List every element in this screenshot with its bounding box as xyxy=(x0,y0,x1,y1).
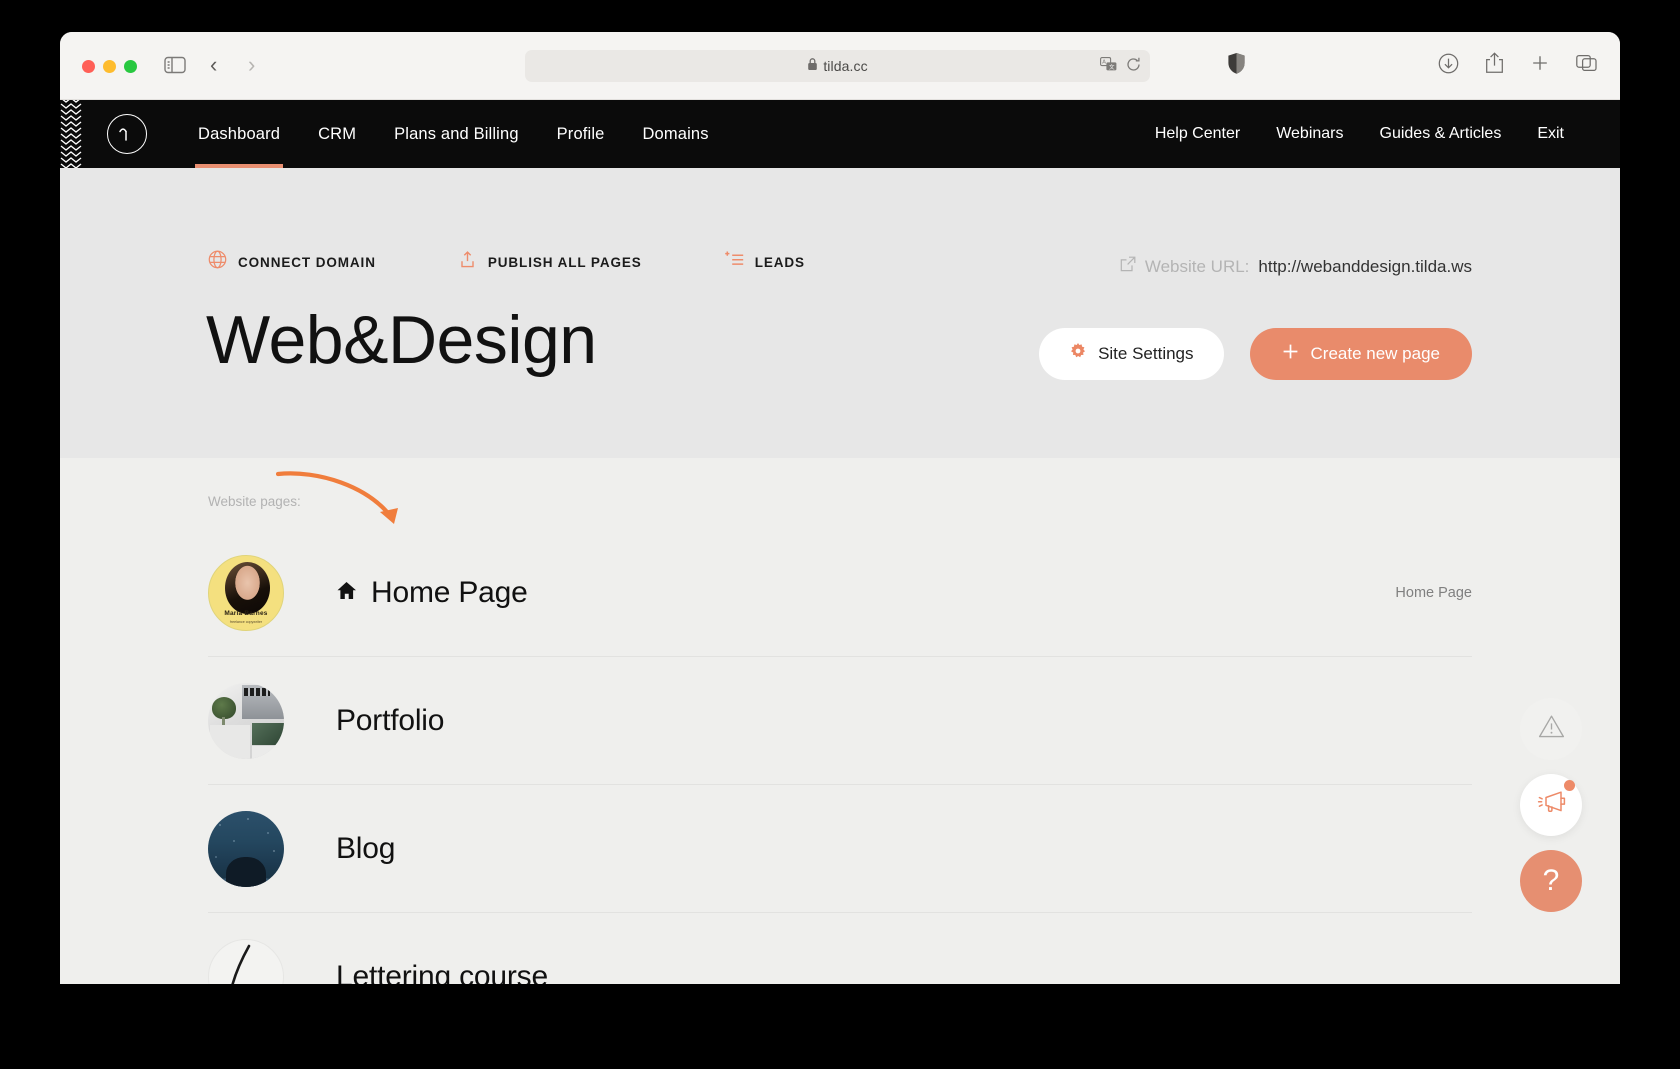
privacy-shield-icon[interactable] xyxy=(1227,52,1246,80)
thumbnail-name: Maria Barnes xyxy=(224,609,268,617)
website-url-label: Website URL: xyxy=(1144,256,1250,276)
help-button[interactable]: ? xyxy=(1520,850,1582,912)
external-link-icon xyxy=(1120,256,1136,277)
website-pages-list: Maria Barnes freelance copywriter Home P… xyxy=(208,471,1472,984)
browser-toolbar: ‹ › tilda.cc A 文 xyxy=(60,32,1620,100)
nav-secondary-items: Help Center Webinars Guides & Articles E… xyxy=(1137,125,1582,143)
minimize-window-button[interactable] xyxy=(103,60,116,73)
forward-button[interactable]: › xyxy=(248,54,255,76)
website-pages-section: Website pages: Maria Barnes freelance co… xyxy=(60,458,1620,984)
sidebar-toggle-icon[interactable] xyxy=(164,55,186,80)
page-thumbnail xyxy=(208,682,284,759)
address-bar-text: tilda.cc xyxy=(823,58,868,74)
site-settings-button[interactable]: Site Settings xyxy=(1039,328,1224,380)
question-mark-icon: ? xyxy=(1542,864,1560,897)
svg-text:文: 文 xyxy=(1109,63,1115,71)
hero-button-group: Site Settings Create new page xyxy=(1039,328,1472,380)
globe-icon xyxy=(208,250,227,274)
page-title-text: Blog xyxy=(336,831,396,865)
warning-triangle-icon xyxy=(1538,714,1565,744)
upload-icon xyxy=(458,250,477,274)
address-bar[interactable]: tilda.cc A 文 xyxy=(525,50,1150,82)
page-title-wrap: Home Page xyxy=(336,576,528,610)
create-new-page-button[interactable]: Create new page xyxy=(1249,328,1472,380)
nav-item-dashboard[interactable]: Dashboard xyxy=(179,100,299,168)
page-thumbnail: Maria Barnes freelance copywriter xyxy=(208,554,284,631)
zigzag-pattern xyxy=(60,100,82,168)
plus-icon[interactable] xyxy=(1530,53,1550,78)
gear-icon xyxy=(1069,342,1087,366)
table-row[interactable]: Blog xyxy=(208,785,1472,913)
nav-item-crm[interactable]: CRM xyxy=(299,100,375,168)
window-controls xyxy=(82,60,137,73)
page-thumbnail xyxy=(208,938,284,984)
add-to-list-icon xyxy=(724,251,744,274)
page-title-wrap: Lettering course xyxy=(336,960,548,985)
nav-item-exit[interactable]: Exit xyxy=(1519,125,1582,143)
notification-badge xyxy=(1564,780,1575,791)
table-row[interactable]: Portfolio xyxy=(208,657,1472,785)
leads-action[interactable]: LEADS xyxy=(724,251,805,274)
table-row[interactable]: Lettering course xyxy=(208,913,1472,984)
home-icon xyxy=(336,580,357,606)
plus-icon xyxy=(1282,343,1299,365)
tilda-logo[interactable] xyxy=(107,114,147,154)
main-navigation: Dashboard CRM Plans and Billing Profile … xyxy=(60,100,1620,168)
translate-icon[interactable]: A 文 xyxy=(1100,57,1117,77)
website-pages-label: Website pages: xyxy=(208,494,301,509)
page-title-text: Portfolio xyxy=(336,703,445,737)
page-title-wrap: Portfolio xyxy=(336,704,444,738)
nav-item-profile[interactable]: Profile xyxy=(538,100,624,168)
page-thumbnail xyxy=(208,810,284,887)
publish-all-pages-label: PUBLISH ALL PAGES xyxy=(487,254,642,270)
floating-action-buttons: ? xyxy=(1520,698,1582,912)
leads-label: LEADS xyxy=(754,254,805,270)
page-title: Web&Design xyxy=(206,302,597,378)
reload-icon[interactable] xyxy=(1126,57,1141,77)
website-url[interactable]: Website URL: http://webanddesign.tilda.w… xyxy=(1120,256,1472,277)
create-new-page-label: Create new page xyxy=(1310,344,1440,363)
nav-item-domains[interactable]: Domains xyxy=(623,100,727,168)
close-window-button[interactable] xyxy=(82,60,95,73)
maximize-window-button[interactable] xyxy=(124,60,137,73)
browser-window: ‹ › tilda.cc A 文 Dashboard CRM Plans and… xyxy=(60,32,1620,984)
lock-icon xyxy=(807,57,818,76)
table-row[interactable]: Maria Barnes freelance copywriter Home P… xyxy=(208,529,1472,657)
page-title-text: Home Page xyxy=(371,575,528,609)
publish-all-pages-action[interactable]: PUBLISH ALL PAGES xyxy=(458,250,642,274)
nav-item-guides-articles[interactable]: Guides & Articles xyxy=(1362,125,1520,143)
site-settings-label: Site Settings xyxy=(1098,344,1194,363)
site-hero-panel: CONNECT DOMAIN PUBLISH ALL PAGES LEADS W… xyxy=(60,168,1620,458)
announcements-button[interactable] xyxy=(1520,774,1582,836)
avatar xyxy=(225,561,270,614)
back-button[interactable]: ‹ xyxy=(210,54,217,76)
nav-item-help-center[interactable]: Help Center xyxy=(1137,125,1258,143)
share-icon[interactable] xyxy=(1485,52,1504,79)
page-title-wrap: Blog xyxy=(336,832,395,866)
download-icon[interactable] xyxy=(1438,53,1459,79)
address-bar-actions: A 文 xyxy=(1100,57,1141,77)
connect-domain-action[interactable]: CONNECT DOMAIN xyxy=(208,250,376,274)
nav-item-webinars[interactable]: Webinars xyxy=(1258,125,1361,143)
warning-button[interactable] xyxy=(1520,698,1582,760)
page-title-text: Lettering course xyxy=(336,959,548,985)
svg-text:A: A xyxy=(1102,60,1106,66)
megaphone-icon xyxy=(1536,789,1566,821)
nav-primary-items: Dashboard CRM Plans and Billing Profile … xyxy=(179,100,728,168)
browser-actions xyxy=(1438,52,1598,79)
nav-item-plans-and-billing[interactable]: Plans and Billing xyxy=(375,100,538,168)
page-tag: Home Page xyxy=(1395,584,1472,601)
tab-overview-icon[interactable] xyxy=(1576,53,1598,78)
thumbnail-subtitle: freelance copywriter xyxy=(229,619,263,624)
connect-domain-label: CONNECT DOMAIN xyxy=(238,254,376,270)
website-url-value: http://webanddesign.tilda.ws xyxy=(1258,256,1472,276)
quick-actions-bar: CONNECT DOMAIN PUBLISH ALL PAGES LEADS xyxy=(208,250,887,274)
